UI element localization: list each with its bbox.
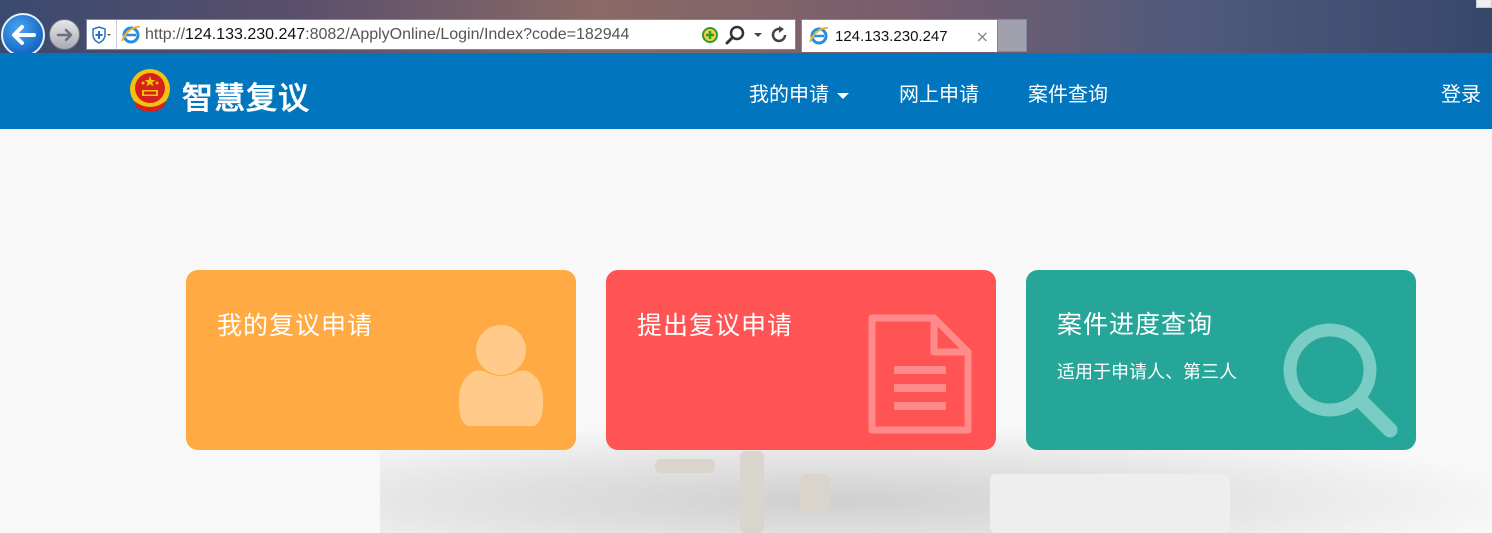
- card-title: 提出复议申请: [637, 311, 794, 340]
- tab-title: 124.133.230.247: [835, 27, 948, 45]
- card-subtitle: 适用于申请人、第三人: [1057, 362, 1237, 383]
- document-icon: [868, 314, 972, 434]
- background-block: [990, 474, 1230, 533]
- site-title[interactable]: 智慧复议: [182, 73, 310, 118]
- nav-my-applications-label: 我的申请: [749, 82, 829, 106]
- url-prefix: http://: [145, 25, 186, 43]
- user-icon: [458, 325, 544, 426]
- close-tab-icon[interactable]: ×: [976, 27, 997, 46]
- address-bar[interactable]: http://124.133.230.247:8082/ApplyOnline/…: [86, 19, 796, 50]
- new-tab-button[interactable]: [998, 19, 1027, 52]
- nav-my-applications[interactable]: 我的申请: [749, 78, 849, 107]
- back-button[interactable]: [1, 13, 45, 57]
- main-content: 我的复议申请 提出复议申请 案件进度查询 适用于申请人、第三人: [0, 129, 1492, 533]
- caret-down-icon: [837, 92, 849, 99]
- card-my-review-applications[interactable]: 我的复议申请: [186, 270, 576, 450]
- forward-button[interactable]: [49, 19, 80, 50]
- ie-logo-icon: [809, 26, 829, 45]
- site-navbar: 智慧复议 我的申请 网上申请 案件查询 登录: [0, 53, 1492, 129]
- background-pipe: [800, 474, 830, 514]
- card-case-progress-query[interactable]: 案件进度查询 适用于申请人、第三人: [1026, 270, 1416, 450]
- url-text[interactable]: http://124.133.230.247:8082/ApplyOnline/…: [145, 26, 679, 44]
- nav-online-apply[interactable]: 网上申请: [899, 78, 979, 107]
- refresh-icon[interactable]: [769, 25, 789, 45]
- window-corner: [1476, 0, 1492, 8]
- card-title: 案件进度查询: [1057, 310, 1214, 339]
- url-host: 124.133.230.247: [185, 25, 306, 43]
- url-rest: :8082/ApplyOnline/Login/Index?code=18294…: [305, 25, 630, 43]
- ie-logo-icon: [117, 20, 145, 49]
- browser-tab[interactable]: 124.133.230.247 ×: [801, 19, 998, 52]
- back-arrow-icon: [12, 25, 36, 45]
- background-pipe: [740, 451, 764, 533]
- browser-chrome: http://124.133.230.247:8082/ApplyOnline/…: [0, 0, 1492, 57]
- card-submit-review-application[interactable]: 提出复议申请: [606, 270, 996, 450]
- card-title: 我的复议申请: [217, 311, 374, 340]
- search-dropdown-icon[interactable]: [753, 31, 763, 39]
- compatibility-shield-icon[interactable]: [87, 20, 117, 49]
- add-on-icon[interactable]: [701, 26, 719, 44]
- search-icon[interactable]: [725, 25, 747, 45]
- national-emblem-icon: [130, 69, 170, 112]
- background-pipe: [655, 459, 715, 473]
- nav-case-query[interactable]: 案件查询: [1028, 78, 1108, 107]
- search-icon: [1283, 323, 1398, 438]
- forward-arrow-icon: [56, 28, 72, 41]
- login-link[interactable]: 登录: [1441, 78, 1481, 107]
